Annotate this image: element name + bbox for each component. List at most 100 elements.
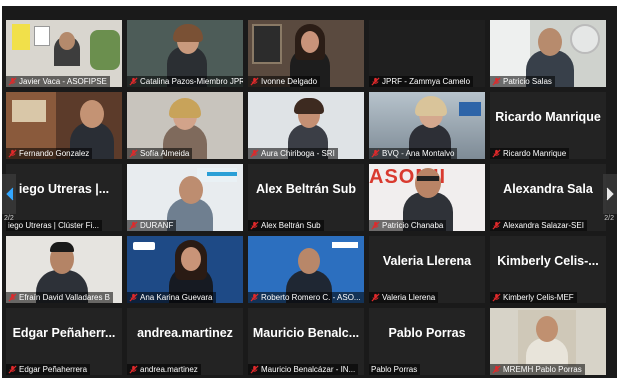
participant-name-text: Ana Karina Guevara (140, 293, 213, 302)
microphone-muted-icon (492, 365, 501, 374)
participant-name-text: MREMH Pablo Porras (503, 365, 582, 374)
microphone-muted-icon (129, 365, 138, 374)
participant-display-name: Pablo Porras (388, 326, 466, 340)
participant-display-name: Alex Beltrán Sub (255, 182, 357, 196)
participant-tile[interactable]: Efraín David Valladares B (6, 236, 122, 303)
participant-name-label: JPRF - Zammya Camelo (369, 76, 474, 87)
participant-tile[interactable]: Edgar Peñaherr... Edgar Peñaherrera (6, 308, 122, 375)
microphone-muted-icon (371, 149, 380, 158)
microphone-muted-icon (492, 293, 501, 302)
participant-name-text: Roberto Romero C. - ASO... (261, 293, 361, 302)
participant-tile[interactable]: Ricardo Manrique Ricardo Manrique (490, 92, 606, 159)
participant-name-label: DURANF (127, 220, 177, 231)
chevron-right-icon (606, 187, 614, 201)
participant-display-name: Valeria Llerena (382, 254, 472, 268)
participant-name-label: Alexandra Salazar-SEI (490, 220, 587, 231)
participant-name-text: Ricardo Manrique (503, 149, 567, 158)
participant-name-text: Kimberly Celis-MEF (503, 293, 574, 302)
participant-tile[interactable]: Ivonne Delgado (248, 20, 364, 87)
participant-tile[interactable]: Valeria Llerena Valeria Llerena (369, 236, 485, 303)
participant-name-label: Ricardo Manrique (490, 148, 570, 159)
participant-name-label: Pablo Porras (369, 364, 421, 375)
participant-name-label: Ana Karina Guevara (127, 292, 216, 303)
participant-name-text: Javier Vaca - ASOFIPSE (19, 77, 107, 86)
participant-name-label: BVQ - Ana Montalvo (369, 148, 458, 159)
microphone-muted-icon (129, 77, 138, 86)
participant-tile[interactable]: Javier Vaca - ASOFIPSE (6, 20, 122, 87)
participant-name-label: Sofía Almeida (127, 148, 193, 159)
participant-name-label: Edgar Peñaherrera (6, 364, 91, 375)
previous-page-button[interactable] (2, 174, 16, 214)
chevron-left-icon (5, 187, 13, 201)
participant-display-name: andrea.martinez (137, 326, 233, 340)
participant-tile[interactable]: Pablo Porras Pablo Porras (369, 308, 485, 375)
participant-tile[interactable]: andrea.martinez andrea.martinez (127, 308, 243, 375)
participant-display-name: Kimberly Celis-... (497, 254, 599, 268)
participant-name-text: iego Utreras | Clúster Fi... (8, 221, 99, 230)
participant-display-name: Ricardo Manrique (495, 110, 601, 124)
participant-name-text: JPRF - Zammya Camelo (382, 77, 471, 86)
participant-name-label: Fernando Gonzalez (6, 148, 93, 159)
participant-name-text: Fernando Gonzalez (19, 149, 90, 158)
participant-tile[interactable]: Catalina Pazos-Miembro JPRF (127, 20, 243, 87)
participant-name-text: Catalina Pazos-Miembro JPRF (140, 77, 243, 86)
participant-name-text: DURANF (140, 221, 174, 230)
microphone-muted-icon (250, 77, 259, 86)
participant-tile[interactable]: Alexandra Sala Alexandra Salazar-SEI (490, 164, 606, 231)
participant-tile[interactable]: JPRF - Zammya Camelo (369, 20, 485, 87)
participant-tile[interactable]: BVQ - Ana Montalvo (369, 92, 485, 159)
microphone-muted-icon (492, 77, 501, 86)
participant-display-name: iego Utreras |... (18, 182, 110, 196)
participant-grid: Javier Vaca - ASOFIPSE Catalina Pazos-Mie… (6, 20, 606, 375)
next-page-button[interactable] (603, 174, 617, 214)
microphone-muted-icon (250, 221, 259, 230)
participant-tile[interactable]: Kimberly Celis-... Kimberly Celis-MEF (490, 236, 606, 303)
microphone-muted-icon (129, 221, 138, 230)
participant-name-label: Ivonne Delgado (248, 76, 321, 87)
participant-name-text: BVQ - Ana Montalvo (382, 149, 455, 158)
microphone-muted-icon (8, 365, 17, 374)
participant-tile[interactable]: Ana Karina Guevara (127, 236, 243, 303)
participant-tile[interactable]: MREMH Pablo Porras (490, 308, 606, 375)
participant-name-label: Patricio Salas (490, 76, 555, 87)
participant-tile[interactable]: Mauricio Benalc... Mauricio Benalcázar - … (248, 308, 364, 375)
microphone-muted-icon (129, 293, 138, 302)
page-indicator-right: 2/2 (604, 215, 614, 222)
microphone-muted-icon (371, 77, 380, 86)
participant-name-text: Aura Chiriboga - SRI (261, 149, 335, 158)
participant-name-label: iego Utreras | Clúster Fi... (6, 220, 102, 231)
microphone-muted-icon (250, 365, 259, 374)
participant-tile[interactable]: Patricio Salas (490, 20, 606, 87)
participant-tile[interactable]: Alex Beltrán Sub Alex Beltrán Sub (248, 164, 364, 231)
microphone-muted-icon (8, 149, 17, 158)
participant-name-text: Alexandra Salazar-SEI (503, 221, 584, 230)
participant-name-text: Patricio Chanaba (382, 221, 444, 230)
participant-tile[interactable]: Fernando Gonzalez (6, 92, 122, 159)
participant-name-text: Mauricio Benalcázar - IN... (261, 365, 356, 374)
microphone-muted-icon (371, 221, 380, 230)
microphone-muted-icon (8, 293, 17, 302)
participant-name-label: Valeria Llerena (369, 292, 439, 303)
participant-tile[interactable]: ASOMII Patricio Chanaba (369, 164, 485, 231)
participant-name-text: Alex Beltrán Sub (261, 221, 321, 230)
participant-name-label: Alex Beltrán Sub (248, 220, 324, 231)
participant-tile[interactable]: DURANF (127, 164, 243, 231)
participant-name-text: Edgar Peñaherrera (19, 365, 88, 374)
participant-name-label: Aura Chiriboga - SRI (248, 148, 338, 159)
participant-name-label: Patricio Chanaba (369, 220, 447, 231)
microphone-muted-icon (371, 293, 380, 302)
participant-name-text: Valeria Llerena (382, 293, 436, 302)
participant-tile[interactable]: Sofía Almeida (127, 92, 243, 159)
participant-name-text: Ivonne Delgado (261, 77, 318, 86)
participant-tile[interactable]: Aura Chiriboga - SRI (248, 92, 364, 159)
microphone-muted-icon (492, 221, 501, 230)
participant-tile[interactable]: iego Utreras |... iego Utreras | Clúster … (6, 164, 122, 231)
participant-tile[interactable]: Roberto Romero C. - ASO... (248, 236, 364, 303)
microphone-muted-icon (8, 77, 17, 86)
participant-name-label: Mauricio Benalcázar - IN... (248, 364, 359, 375)
page-indicator-left: 2/2 (4, 215, 14, 222)
microphone-muted-icon (492, 149, 501, 158)
participant-name-text: Patricio Salas (503, 77, 552, 86)
participant-name-label: Kimberly Celis-MEF (490, 292, 577, 303)
participant-name-text: Efraín David Valladares B (19, 293, 111, 302)
